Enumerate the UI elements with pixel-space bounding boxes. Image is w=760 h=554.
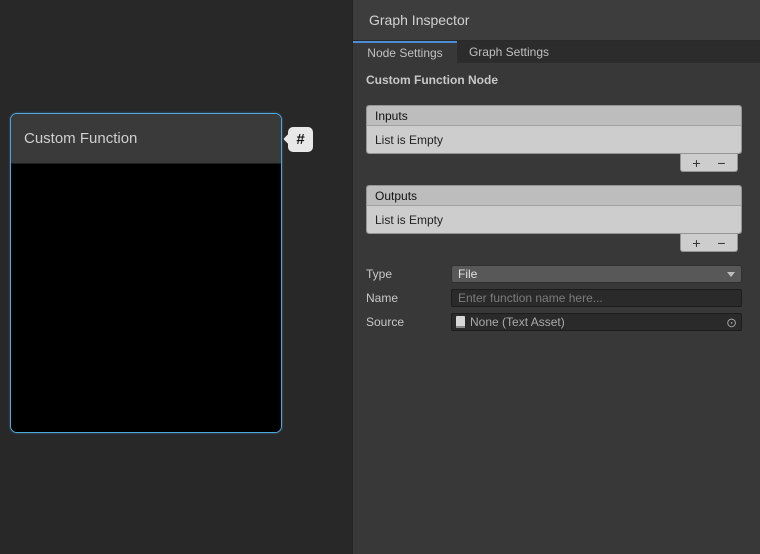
- node-properties: Type File Name Source None (Text Asset) …: [366, 265, 742, 331]
- node-body: [11, 164, 281, 432]
- hash-badge-label: #: [296, 131, 304, 148]
- inspector-title: Graph Inspector: [369, 12, 469, 28]
- inspector-tab-strip: Node Settings Graph Settings: [353, 41, 760, 63]
- inputs-remove-button[interactable]: −: [709, 155, 734, 171]
- inputs-list-footer: + −: [680, 154, 738, 172]
- source-object-value: None (Text Asset): [470, 315, 722, 329]
- inputs-list: Inputs List is Empty + −: [366, 105, 742, 172]
- tab-node-settings[interactable]: Node Settings: [353, 41, 457, 63]
- outputs-header-label: Outputs: [375, 189, 417, 203]
- outputs-list-box: Outputs List is Empty: [366, 185, 742, 234]
- inputs-empty-row: List is Empty: [367, 126, 741, 153]
- source-label: Source: [366, 315, 451, 329]
- outputs-list: Outputs List is Empty + −: [366, 185, 742, 252]
- source-object-field[interactable]: None (Text Asset) ⊙: [451, 313, 742, 331]
- type-dropdown-value: File: [458, 267, 477, 281]
- source-row: Source None (Text Asset) ⊙: [366, 313, 742, 331]
- node-title: Custom Function: [24, 130, 137, 147]
- minus-icon: −: [717, 236, 725, 250]
- outputs-list-header: Outputs: [367, 186, 741, 206]
- minus-icon: −: [717, 156, 725, 170]
- name-row: Name: [366, 289, 742, 307]
- outputs-remove-button[interactable]: −: [709, 235, 734, 251]
- precision-hash-badge[interactable]: #: [288, 127, 313, 152]
- type-dropdown[interactable]: File: [451, 265, 742, 283]
- inspector-content: Custom Function Node Inputs List is Empt…: [353, 63, 760, 331]
- tab-graph-settings[interactable]: Graph Settings: [457, 41, 561, 63]
- node-header[interactable]: Custom Function: [11, 114, 281, 164]
- plus-icon: +: [692, 236, 700, 250]
- graph-inspector-panel: Graph Inspector Node Settings Graph Sett…: [352, 0, 760, 554]
- inputs-add-button[interactable]: +: [684, 155, 709, 171]
- inputs-list-box: Inputs List is Empty: [366, 105, 742, 154]
- node-type-heading: Custom Function Node: [366, 73, 742, 87]
- outputs-empty-row: List is Empty: [367, 206, 741, 233]
- outputs-list-footer: + −: [680, 234, 738, 252]
- tab-graph-settings-label: Graph Settings: [469, 45, 549, 59]
- inspector-title-bar[interactable]: Graph Inspector: [353, 0, 760, 41]
- type-row: Type File: [366, 265, 742, 283]
- function-name-input[interactable]: [451, 289, 742, 307]
- graph-canvas: Custom Function #: [0, 0, 352, 554]
- object-picker-icon[interactable]: ⊙: [726, 316, 737, 329]
- dropdown-arrow-icon: [727, 272, 735, 277]
- outputs-add-button[interactable]: +: [684, 235, 709, 251]
- text-asset-icon: [456, 316, 465, 328]
- name-label: Name: [366, 291, 451, 305]
- inputs-empty-label: List is Empty: [375, 133, 443, 147]
- badge-notch: [283, 133, 294, 144]
- type-label: Type: [366, 267, 451, 281]
- inputs-header-label: Inputs: [375, 109, 408, 123]
- outputs-empty-label: List is Empty: [375, 213, 443, 227]
- plus-icon: +: [692, 156, 700, 170]
- tab-node-settings-label: Node Settings: [367, 46, 442, 60]
- custom-function-node[interactable]: Custom Function: [10, 113, 282, 433]
- inputs-list-header: Inputs: [367, 106, 741, 126]
